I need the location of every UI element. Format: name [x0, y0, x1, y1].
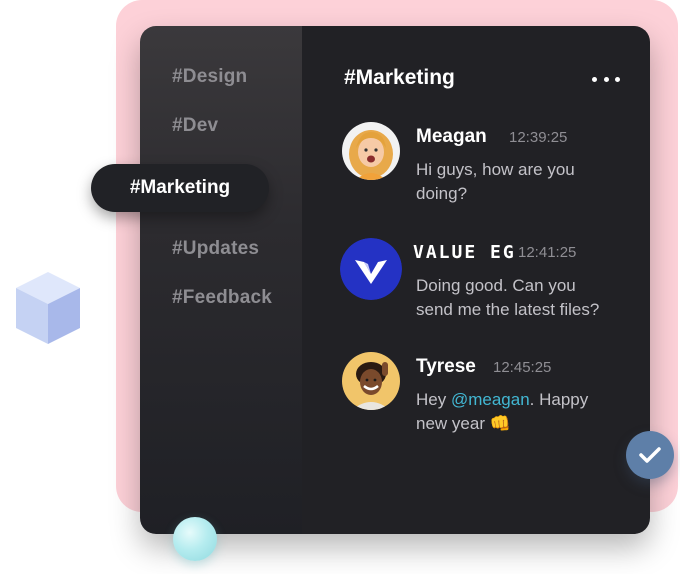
- sphere-decoration: [173, 517, 217, 561]
- message-time: 12:41:25: [518, 244, 577, 261]
- channel-design[interactable]: #Design: [172, 66, 247, 88]
- channel-feedback[interactable]: #Feedback: [172, 287, 272, 309]
- checkmark-icon[interactable]: [626, 431, 674, 479]
- sender-name: Tyrese: [416, 356, 476, 377]
- chat-pane: #Marketing Meagan 12:39:25 Hi guys, how …: [302, 26, 650, 534]
- channel-sidebar: #Design #Dev #Updates #Feedback: [140, 26, 302, 534]
- avatar-value-eg: [340, 238, 402, 300]
- channel-marketing-active[interactable]: #Marketing: [91, 164, 269, 212]
- message-text: Hi guys, how are you doing?: [416, 160, 575, 203]
- channel-title: #Marketing: [344, 66, 455, 89]
- cube-decoration: [16, 272, 80, 344]
- message-time: 12:45:25: [493, 359, 552, 376]
- avatar-tyrese: [342, 352, 400, 410]
- more-options-icon[interactable]: [592, 72, 620, 86]
- user-mention-link[interactable]: @meagan: [451, 390, 530, 409]
- message-text: Doing good. Can you send me the latest f…: [416, 276, 600, 319]
- sender-name: Meagan: [416, 126, 487, 147]
- message-text-before: Hey: [416, 390, 451, 409]
- chat-window: #Design #Dev #Updates #Feedback #Marketi…: [140, 26, 650, 534]
- channel-updates[interactable]: #Updates: [172, 238, 259, 260]
- avatar-meagan: [342, 122, 400, 180]
- message-time: 12:39:25: [509, 129, 568, 146]
- sender-name: VALUE EG: [413, 242, 516, 263]
- message-text: Hey @meagan. Happy new year 👊: [416, 388, 621, 436]
- channel-dev[interactable]: #Dev: [172, 115, 218, 137]
